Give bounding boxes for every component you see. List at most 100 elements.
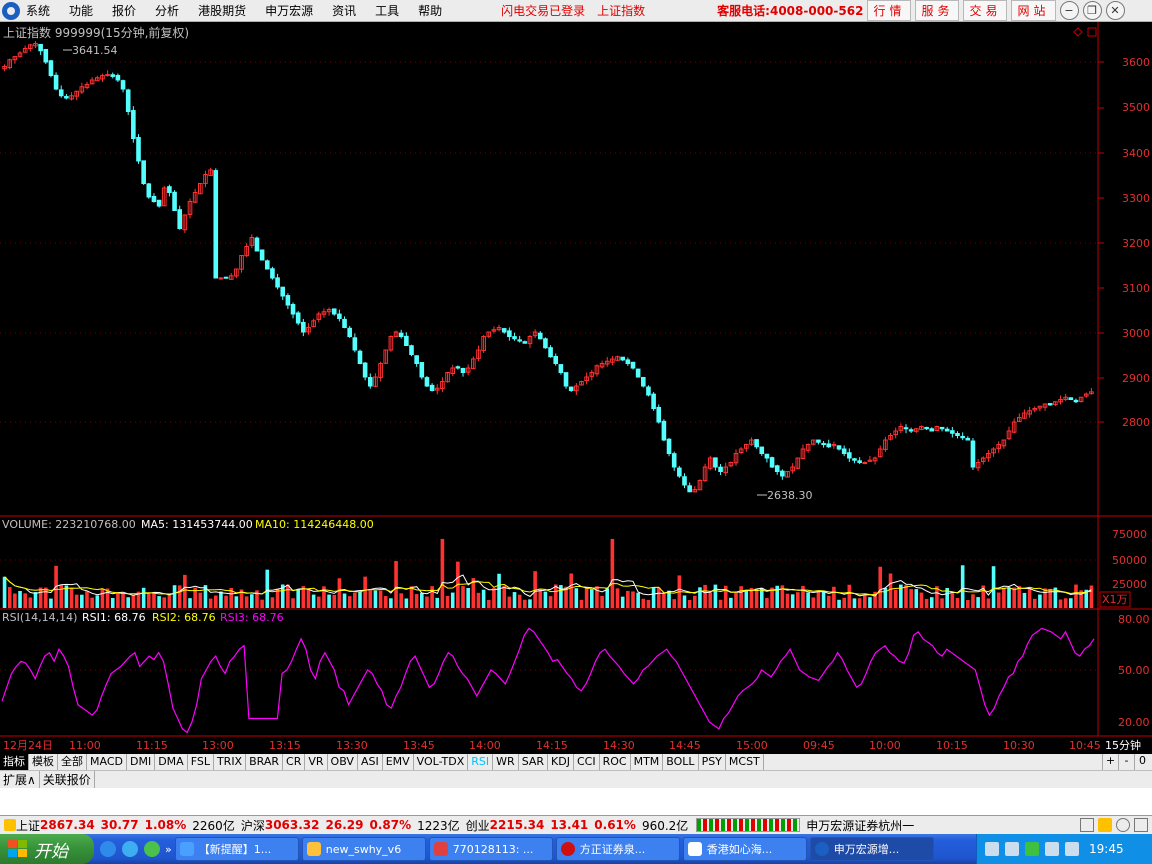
- tab-psy[interactable]: PSY: [699, 754, 726, 770]
- menu-item-help[interactable]: 帮助: [418, 2, 442, 19]
- volume-bar: [548, 596, 553, 608]
- volume-icon[interactable]: [1065, 842, 1079, 856]
- y-tick: 3300: [1122, 192, 1150, 205]
- time-tick: 13:15: [269, 739, 301, 752]
- volume-bar: [615, 588, 620, 608]
- tab-indicator[interactable]: 指标: [0, 754, 29, 770]
- related-quote-tab[interactable]: 关联报价: [40, 771, 95, 788]
- task-broker-fz[interactable]: 方正证券泉...: [555, 837, 680, 861]
- tab-kdj[interactable]: KDJ: [548, 754, 574, 770]
- tab-macd[interactable]: MACD: [87, 754, 127, 770]
- volume-bar: [656, 587, 661, 608]
- menu-item-tools[interactable]: 工具: [375, 2, 399, 19]
- play-icon[interactable]: [1025, 842, 1039, 856]
- tab-emv[interactable]: EMV: [383, 754, 414, 770]
- menu-item-hk-futures[interactable]: 港股期货: [198, 2, 246, 19]
- menu-item-swhy[interactable]: 申万宏源: [265, 2, 313, 19]
- status-bar: 上证 2867.34 30.77 1.08% 2260亿 沪深 3063.32 …: [0, 815, 1152, 834]
- help-icon[interactable]: [1005, 842, 1019, 856]
- trade-button[interactable]: 交易: [963, 0, 1008, 21]
- tab-asi[interactable]: ASI: [358, 754, 383, 770]
- website-button[interactable]: 网站: [1011, 0, 1056, 21]
- menu-item-news[interactable]: 资讯: [332, 2, 356, 19]
- tab-fsl[interactable]: FSL: [188, 754, 214, 770]
- tab-dma[interactable]: DMA: [155, 754, 188, 770]
- tab-obv[interactable]: OBV: [328, 754, 358, 770]
- menu-item-analysis[interactable]: 分析: [155, 2, 179, 19]
- tab-cr[interactable]: CR: [283, 754, 306, 770]
- tab-mcst[interactable]: MCST: [726, 754, 764, 770]
- start-button[interactable]: 开始: [0, 834, 94, 864]
- market-button[interactable]: 行情: [867, 0, 912, 21]
- expand-tab[interactable]: 扩展∧: [0, 771, 40, 788]
- lock-icon[interactable]: [1098, 818, 1112, 832]
- task-swhy[interactable]: 申万宏源增...: [809, 837, 934, 861]
- volume-bar: [940, 598, 944, 608]
- menu-item-function[interactable]: 功能: [69, 2, 93, 19]
- period-label[interactable]: 15分钟: [1105, 738, 1141, 752]
- y-tick: 3100: [1122, 282, 1150, 295]
- remove-indicator-button[interactable]: -: [1118, 754, 1134, 770]
- tab-template[interactable]: 模板: [29, 754, 58, 770]
- task-reminder[interactable]: 【新提醒】1...: [174, 837, 299, 861]
- tab-cci[interactable]: CCI: [574, 754, 600, 770]
- volume-unit: X1万: [1102, 593, 1128, 606]
- volume-bar: [965, 600, 970, 608]
- volume-bar: [832, 586, 836, 608]
- tab-brar[interactable]: BRAR: [246, 754, 284, 770]
- candle-body: [836, 445, 842, 450]
- y-tick-marks: [1098, 61, 1104, 423]
- tab-controls: + - 0: [1102, 754, 1150, 770]
- tab-vr[interactable]: VR: [305, 754, 328, 770]
- menu-item-system[interactable]: 系统: [26, 2, 50, 19]
- hs-label[interactable]: 沪深: [241, 817, 265, 834]
- cy-label[interactable]: 创业: [466, 817, 490, 834]
- keyboard-icon[interactable]: [985, 842, 999, 856]
- volume-bar: [1074, 584, 1078, 608]
- quicklaunch-more-icon[interactable]: »: [165, 843, 172, 856]
- corner-icons[interactable]: [1073, 27, 1097, 37]
- close-icon[interactable]: ✕: [1105, 1, 1125, 20]
- candle-body: [759, 446, 765, 455]
- add-indicator-button[interactable]: +: [1102, 754, 1118, 770]
- tab-mtm[interactable]: MTM: [631, 754, 664, 770]
- tab-wr[interactable]: WR: [493, 754, 519, 770]
- reset-indicator-button[interactable]: 0: [1134, 754, 1150, 770]
- tab-all[interactable]: 全部: [58, 754, 87, 770]
- status-tools-icon[interactable]: [1080, 818, 1094, 832]
- time-tick: 10:15: [936, 739, 968, 752]
- y-tick: 25000: [1112, 578, 1147, 591]
- volume-bar: [842, 597, 846, 608]
- tab-dmi[interactable]: DMI: [127, 754, 156, 770]
- tab-vol-tdx[interactable]: VOL-TDX: [414, 754, 469, 770]
- rsi-label: RSI(14,14,14): [2, 611, 77, 624]
- signal-icon[interactable]: [1116, 818, 1130, 832]
- task-hk[interactable]: 香港如心海...: [682, 837, 807, 861]
- tab-sar[interactable]: SAR: [519, 754, 549, 770]
- ie-icon[interactable]: [100, 841, 116, 857]
- time-tick: 13:00: [202, 739, 234, 752]
- service-button[interactable]: 服务: [915, 0, 960, 21]
- desktop-icon[interactable]: [122, 841, 138, 857]
- tab-trix[interactable]: TRIX: [214, 754, 247, 770]
- volume-bar: [765, 597, 769, 608]
- shield-icon[interactable]: [1045, 842, 1059, 856]
- candle-body: [924, 426, 929, 430]
- minimize-icon[interactable]: −: [1059, 1, 1079, 20]
- volume-bar: [399, 593, 404, 608]
- task-chart[interactable]: 770128113: ...: [428, 837, 553, 861]
- volume-bar: [383, 596, 388, 608]
- chart-area[interactable]: 上证指数 999999(15分钟,前复权) 3600 3500 3400 330…: [0, 22, 1152, 754]
- tab-boll[interactable]: BOLL: [663, 754, 699, 770]
- tab-rsi[interactable]: RSI: [468, 754, 494, 770]
- menu-item-quote[interactable]: 报价: [112, 2, 136, 19]
- settings-icon[interactable]: [1134, 818, 1148, 832]
- restore-icon[interactable]: ❐: [1082, 1, 1102, 20]
- sh-label[interactable]: 上证: [16, 817, 40, 834]
- browser-icon[interactable]: [144, 841, 160, 857]
- flash-trade-login-notice[interactable]: 闪电交易已登录: [501, 2, 585, 19]
- tab-roc[interactable]: ROC: [600, 754, 631, 770]
- time-tick: 14:30: [603, 739, 635, 752]
- task-folder[interactable]: new_swhy_v6: [301, 837, 426, 861]
- candle-body: [625, 359, 631, 365]
